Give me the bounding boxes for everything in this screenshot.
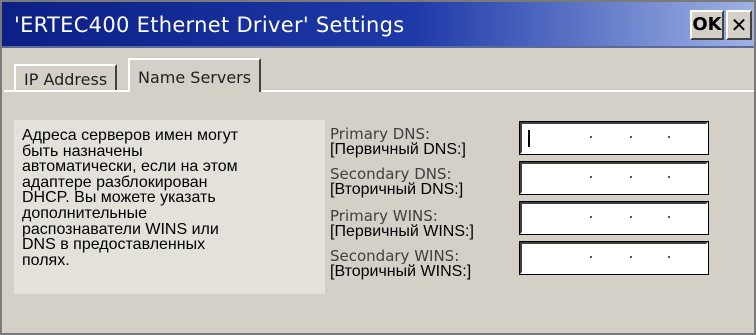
close-icon[interactable]: ✕ xyxy=(726,10,752,40)
tab-ip-address[interactable]: IP Address xyxy=(14,64,118,90)
tab-name-servers[interactable]: Name Servers xyxy=(128,58,262,92)
settings-dialog: 'ERTEC400 Ethernet Driver' Settings OK ✕… xyxy=(0,0,756,335)
description-line: полях. xyxy=(22,251,70,269)
primary-wins-label-en: Primary WINS: xyxy=(330,207,438,225)
primary-dns-label-en: Primary DNS: xyxy=(330,125,431,143)
secondary-wins-label: Secondary WINS: [Вторичный WINS:] xyxy=(330,248,471,280)
secondary-dns-label-ru: [Вторичный DNS:] xyxy=(330,181,464,198)
primary-dns-label: Primary DNS: [Первичный DNS:] xyxy=(330,126,466,158)
primary-dns-field[interactable] xyxy=(520,122,708,154)
ok-button[interactable]: OK xyxy=(690,10,724,40)
secondary-dns-label: Secondary DNS: [Вторичный DNS:] xyxy=(330,166,463,198)
description-text: Адреса серверов имен могут быть назначен… xyxy=(14,120,325,294)
secondary-wins-label-ru: [Вторичный WINS:] xyxy=(330,263,472,280)
primary-dns-label-ru: [Первичный DNS:] xyxy=(330,141,466,158)
title-bar[interactable]: 'ERTEC400 Ethernet Driver' Settings OK ✕ xyxy=(2,2,754,48)
secondary-dns-label-en: Secondary DNS: xyxy=(330,165,452,183)
description-line: распознаватели WINS или xyxy=(22,220,219,238)
description-line: адаптере разблокирован xyxy=(22,173,208,191)
description-line: дополнительные xyxy=(22,204,147,222)
ip-separator-dot xyxy=(668,256,670,258)
secondary-dns-field[interactable] xyxy=(520,162,708,194)
ip-separator-dot xyxy=(668,216,670,218)
primary-wins-field[interactable] xyxy=(520,202,708,234)
description-line: DHCP. Вы можете указать xyxy=(22,189,216,207)
ip-separator-dot xyxy=(630,216,632,218)
ip-separator-dot xyxy=(590,256,592,258)
ip-separator-dot xyxy=(630,256,632,258)
ip-separator-dot xyxy=(590,176,592,178)
secondary-wins-field[interactable] xyxy=(520,242,708,274)
ip-separator-dot xyxy=(668,176,670,178)
primary-wins-label-ru: [Первичный WINS:] xyxy=(330,223,474,240)
ip-separator-dot xyxy=(668,136,670,138)
ip-separator-dot xyxy=(590,136,592,138)
description-line: быть назначены xyxy=(22,142,143,160)
description-line: автоматически, если на этом xyxy=(22,158,238,176)
ip-separator-dot xyxy=(590,216,592,218)
primary-wins-label: Primary WINS: [Первичный WINS:] xyxy=(330,208,474,240)
description-line: DNS в предоставленных xyxy=(22,236,206,254)
secondary-wins-label-en: Secondary WINS: xyxy=(330,247,460,265)
description-line: Адреса серверов имен могут xyxy=(22,127,239,144)
text-cursor xyxy=(528,130,530,147)
ip-separator-dot xyxy=(630,136,632,138)
dialog-title: 'ERTEC400 Ethernet Driver' Settings xyxy=(14,13,405,37)
ip-separator-dot xyxy=(630,176,632,178)
tab-strip: IP Address Name Servers xyxy=(2,50,754,92)
